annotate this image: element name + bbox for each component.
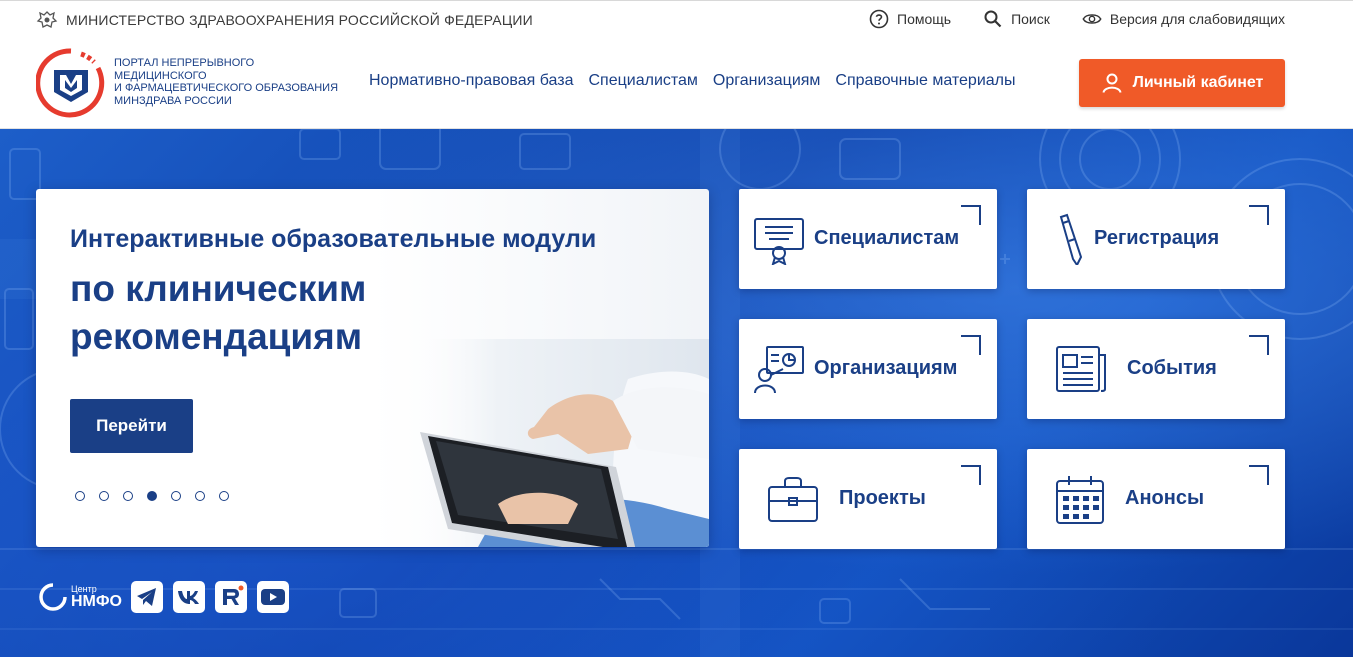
rutube-icon[interactable]: [214, 580, 248, 614]
help-label: Помощь: [897, 11, 952, 27]
corner-marker: [1249, 465, 1269, 485]
nav-legal-base[interactable]: Нормативно-правовая база: [369, 72, 573, 90]
social-links: Центр НМФО: [38, 580, 290, 614]
nmfo-center-link[interactable]: Центр НМФО: [38, 582, 122, 612]
tile-specialists[interactable]: Специалистам: [739, 189, 997, 289]
site-header: ПОРТАЛ НЕПРЕРЫВНОГО МЕДИЦИНСКОГО И ФАРМА…: [0, 38, 1353, 129]
accessibility-label: Версия для слабовидящих: [1109, 11, 1285, 27]
portal-logo[interactable]: [36, 48, 106, 118]
youtube-icon[interactable]: [256, 580, 290, 614]
personal-account-label: Личный кабинет: [1132, 74, 1264, 91]
tile-organizations-label: Организациям: [814, 357, 958, 379]
nmfo-logo-icon: [39, 583, 67, 611]
slider-pagination: [75, 491, 229, 501]
slider-dot[interactable]: [99, 491, 109, 501]
slider-dot-active[interactable]: [147, 491, 157, 501]
accessibility-link[interactable]: Версия для слабовидящих: [1082, 9, 1285, 29]
tile-registration-label: Регистрация: [1094, 227, 1220, 249]
corner-marker: [961, 205, 981, 225]
corner-marker: [1249, 335, 1269, 355]
slider-dot[interactable]: [123, 491, 133, 501]
briefcase-icon: [768, 477, 818, 522]
presenter-icon: [754, 346, 804, 394]
telegram-icon[interactable]: [130, 580, 164, 614]
newspaper-icon: [1056, 346, 1106, 392]
tile-organizations[interactable]: Организациям: [739, 319, 997, 419]
search-link[interactable]: Поиск: [983, 9, 1050, 29]
nmfo-big-label: НМФО: [71, 592, 122, 610]
corner-marker: [961, 465, 981, 485]
slider-dot[interactable]: [195, 491, 205, 501]
slide-title: Интерактивные образовательные модули: [70, 225, 597, 253]
tile-projects-label: Проекты: [839, 487, 926, 509]
eye-icon: [1082, 14, 1102, 24]
tile-announcements-label: Анонсы: [1125, 487, 1205, 509]
slider-dot[interactable]: [75, 491, 85, 501]
coat-of-arms-icon: [36, 11, 58, 28]
tablet-hand-illustration: [408, 339, 709, 547]
tile-announcements[interactable]: Анонсы: [1027, 449, 1285, 549]
tile-specialists-label: Специалистам: [814, 227, 960, 249]
tile-events-label: События: [1127, 357, 1217, 379]
help-circle-icon: [869, 9, 889, 29]
certificate-icon: [754, 218, 804, 265]
slider-dot[interactable]: [171, 491, 181, 501]
promo-slide: Интерактивные образовательные модули по …: [36, 189, 709, 547]
tile-events[interactable]: События: [1027, 319, 1285, 419]
main-nav: Нормативно-правовая база Специалистам Ор…: [369, 72, 1015, 90]
corner-marker: [961, 335, 981, 355]
tile-projects[interactable]: Проекты: [739, 449, 997, 549]
nav-specialists[interactable]: Специалистам: [588, 72, 697, 90]
top-bar: МИНИСТЕРСТВО ЗДРАВООХРАНЕНИЯ РОССИЙСКОЙ …: [0, 0, 1353, 39]
nav-organizations[interactable]: Организациям: [713, 72, 821, 90]
personal-account-button[interactable]: Личный кабинет: [1079, 59, 1285, 107]
tile-registration[interactable]: Регистрация: [1027, 189, 1285, 289]
pen-icon: [1059, 213, 1083, 265]
vk-icon[interactable]: [172, 580, 206, 614]
corner-marker: [1249, 205, 1269, 225]
slide-subtitle: по клиническим рекомендациям: [70, 268, 367, 357]
calendar-icon: [1056, 476, 1104, 524]
ministry-link[interactable]: МИНИСТЕРСТВО ЗДРАВООХРАНЕНИЯ РОССИЙСКОЙ …: [36, 9, 533, 31]
ministry-name: МИНИСТЕРСТВО ЗДРАВООХРАНЕНИЯ РОССИЙСКОЙ …: [66, 12, 533, 28]
help-link[interactable]: Помощь: [869, 9, 951, 29]
user-icon: [1102, 73, 1122, 93]
slider-dot[interactable]: [219, 491, 229, 501]
hero-section: Интерактивные образовательные модули по …: [0, 129, 1353, 657]
portal-name[interactable]: ПОРТАЛ НЕПРЕРЫВНОГО МЕДИЦИНСКОГО И ФАРМА…: [114, 57, 354, 107]
search-label: Поиск: [1011, 11, 1050, 27]
nav-reference[interactable]: Справочные материалы: [835, 72, 1015, 90]
go-button[interactable]: Перейти: [70, 399, 193, 453]
search-icon: [984, 10, 1002, 28]
